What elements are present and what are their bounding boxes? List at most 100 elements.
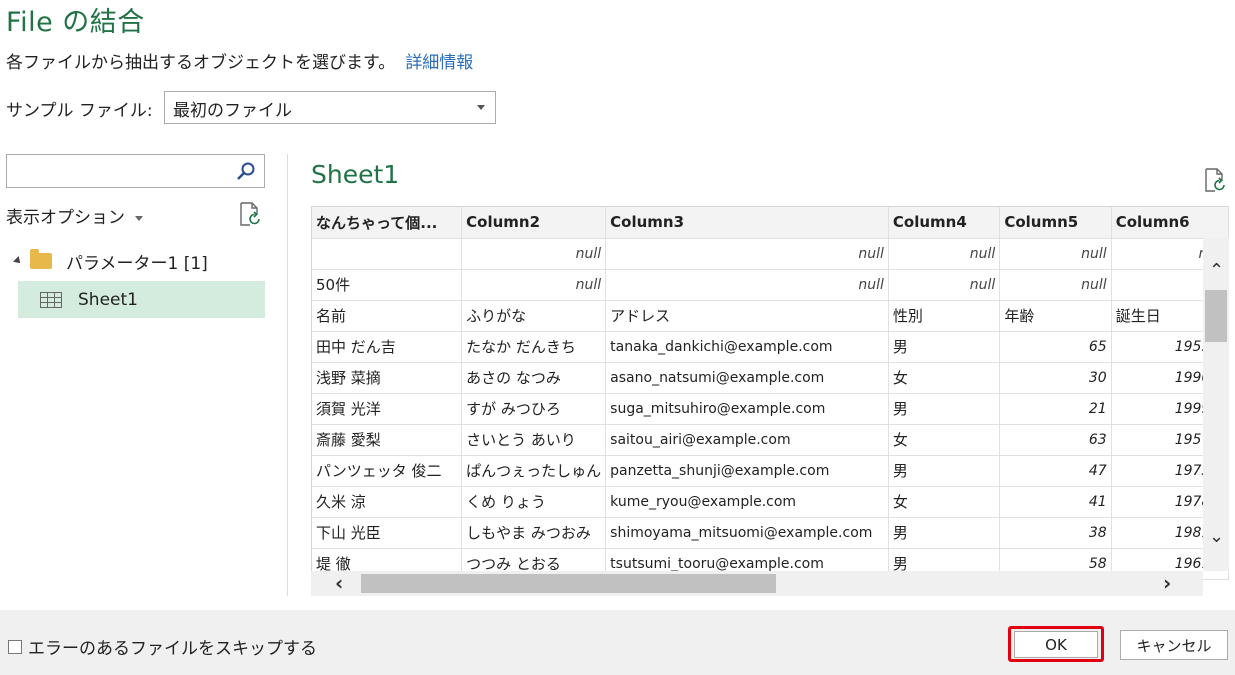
table-cell: 男 (888, 393, 1001, 425)
display-options-button[interactable]: 表示オプション (6, 203, 143, 228)
table-cell: 41 (999, 486, 1112, 518)
table-cell: 男 (888, 331, 1001, 363)
refresh-icon[interactable] (238, 201, 262, 227)
tree-item-sheet1[interactable]: Sheet1 (18, 281, 265, 318)
table-cell: 女 (888, 486, 1001, 518)
table-cell: panzetta_shunji@example.com (605, 455, 889, 487)
table-cell: パンツェッタ 俊二 (312, 455, 463, 487)
table-row: 浅野 菜摘 あさの なつみ asano_natsumi@example.com … (312, 362, 1229, 394)
sample-file-dropdown[interactable]: 最初のファイル (164, 91, 496, 124)
table-cell: 浅野 菜摘 (312, 362, 463, 394)
table-cell: 久米 涼 (312, 486, 463, 518)
table-cell: ふりがな (461, 300, 607, 332)
pane-divider (287, 154, 288, 596)
table-cell: 47 (999, 455, 1112, 487)
table-cell: 63 (999, 424, 1112, 456)
table-cell (312, 238, 463, 270)
table-cell: null (461, 238, 607, 270)
sample-file-selected: 最初のファイル (173, 101, 292, 121)
table-icon (40, 291, 62, 308)
table-cell: 田中 だん吉 (312, 331, 463, 363)
table-cell: kume_ryou@example.com (605, 486, 889, 518)
table-row: 斎藤 愛梨 さいとう あいり saitou_airi@example.com 女… (312, 424, 1229, 456)
dialog-title: File の結合 (6, 7, 145, 38)
tree-folder-label: パラメーター1 [1] (66, 253, 208, 274)
table-cell: 斎藤 愛梨 (312, 424, 463, 456)
table-row: 須賀 光洋 すが みつひろ suga_mitsuhiro@example.com… (312, 393, 1229, 425)
table-cell: null (999, 238, 1112, 270)
column-header[interactable]: Column3 (605, 207, 889, 239)
scroll-right-icon[interactable]: › (1163, 573, 1171, 593)
table-cell: たなか だんきち (461, 331, 607, 363)
table-cell: suga_mitsuhiro@example.com (605, 393, 889, 425)
table-cell: ぱんつぇったしゅん (461, 455, 607, 487)
table-cell: null (605, 269, 889, 301)
column-header[interactable]: Column4 (888, 207, 1001, 239)
table-row: 久米 涼 くめ りょう kume_ryou@example.com 女 41 1… (312, 486, 1229, 518)
table-cell: null (605, 238, 889, 270)
dialog-footer: エラーのあるファイルをスキップする OK キャンセル (0, 610, 1235, 675)
table-row: パンツェッタ 俊二 ぱんつぇったしゅん panzetta_shunji@exam… (312, 455, 1229, 487)
table-cell: アドレス (605, 300, 889, 332)
column-header[interactable]: Column5 (999, 207, 1112, 239)
scroll-up-icon[interactable]: ⌃ (1209, 262, 1224, 280)
table-cell: さいとう あいり (461, 424, 607, 456)
table-cell: saitou_airi@example.com (605, 424, 889, 456)
preview-grid[interactable]: なんちゃって個... Column2 Column3 Column4 Colum… (311, 206, 1229, 596)
vertical-scrollbar[interactable]: ⌃ ⌄ (1203, 238, 1229, 571)
table-cell: tanaka_dankichi@example.com (605, 331, 889, 363)
table-cell: shimoyama_mitsuomi@example.com (605, 517, 889, 549)
search-icon[interactable] (236, 161, 256, 181)
column-header[interactable]: Column2 (461, 207, 607, 239)
table-cell: 下山 光臣 (312, 517, 463, 549)
table-cell: しもやま みつおみ (461, 517, 607, 549)
chevron-down-icon (477, 105, 485, 110)
table-cell: 名前 (312, 300, 463, 332)
horizontal-scrollbar[interactable]: ‹ › (311, 571, 1203, 596)
scroll-down-icon[interactable]: ⌄ (1209, 528, 1224, 546)
table-row: 田中 だん吉 たなか だんきち tanaka_dankichi@example.… (312, 331, 1229, 363)
table-row: 50件 null null null null (312, 269, 1229, 301)
table-cell: すが みつひろ (461, 393, 607, 425)
table-cell: 65 (999, 331, 1112, 363)
dialog-subtitle: 各ファイルから抽出するオブジェクトを選びます。 詳細情報 (6, 48, 473, 73)
tree-folder-item[interactable]: パラメーター1 [1] (13, 248, 208, 274)
table-cell: null (999, 269, 1112, 301)
skip-errors-label: エラーのあるファイルをスキップする (28, 639, 317, 659)
table-header-row: なんちゃって個... Column2 Column3 Column4 Colum… (312, 207, 1229, 239)
table-row: 下山 光臣 しもやま みつおみ shimoyama_mitsuomi@examp… (312, 517, 1229, 549)
column-header[interactable]: Column6 (1111, 207, 1229, 239)
preview-title: Sheet1 (311, 160, 400, 189)
details-link[interactable]: 詳細情報 (405, 53, 473, 73)
scroll-left-icon[interactable]: ‹ (335, 573, 343, 593)
search-input[interactable] (6, 154, 265, 188)
table-cell: 須賀 光洋 (312, 393, 463, 425)
table-cell: 女 (888, 424, 1001, 456)
table-cell: 30 (999, 362, 1112, 394)
refresh-preview-icon[interactable] (1203, 167, 1227, 193)
table-cell: asano_natsumi@example.com (605, 362, 889, 394)
column-header[interactable]: なんちゃって個... (312, 207, 463, 239)
table-cell: 38 (999, 517, 1112, 549)
table-cell: 年齢 (999, 300, 1112, 332)
preview-table: なんちゃって個... Column2 Column3 Column4 Colum… (312, 207, 1229, 580)
table-cell: 男 (888, 455, 1001, 487)
cancel-button[interactable]: キャンセル (1120, 630, 1228, 660)
sample-file-label: サンプル ファイル: (6, 101, 153, 121)
table-cell: null (888, 238, 1001, 270)
subtitle-text: 各ファイルから抽出するオブジェクトを選びます。 (6, 53, 396, 73)
table-cell: null (461, 269, 607, 301)
table-cell: 21 (999, 393, 1112, 425)
table-cell: 男 (888, 517, 1001, 549)
table-cell: 50件 (312, 269, 463, 301)
skip-errors-option[interactable]: エラーのあるファイルをスキップする (8, 634, 317, 659)
collapse-arrow-icon[interactable] (13, 256, 23, 266)
table-cell: くめ りょう (461, 486, 607, 518)
skip-errors-checkbox[interactable] (8, 639, 22, 654)
vertical-scroll-thumb[interactable] (1205, 290, 1227, 342)
ok-button[interactable]: OK (1014, 631, 1098, 658)
table-cell: null (888, 269, 1001, 301)
table-row: null null null null null (312, 238, 1229, 270)
display-options-label: 表示オプション (6, 208, 125, 228)
horizontal-scroll-thumb[interactable] (361, 574, 776, 593)
